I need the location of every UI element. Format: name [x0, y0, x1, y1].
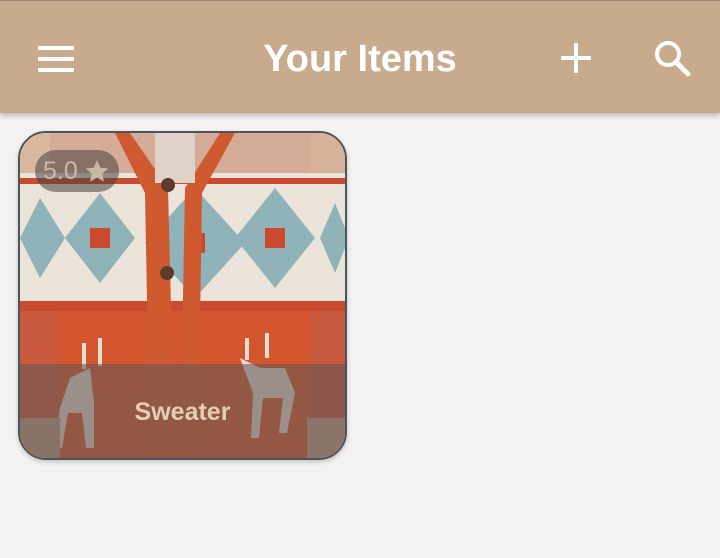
item-card[interactable]: 5.0 Sweater	[18, 131, 347, 460]
rating-value: 5.0	[43, 157, 78, 185]
item-name: Sweater	[134, 398, 231, 426]
search-icon	[655, 41, 691, 77]
app-bar: Your Items	[0, 0, 720, 113]
page-title: Your Items	[263, 38, 457, 80]
add-icon	[561, 43, 591, 73]
search-button[interactable]	[642, 29, 702, 89]
add-item-button[interactable]	[546, 29, 606, 89]
rating-badge: 5.0	[35, 150, 119, 192]
item-label-bar: Sweater	[20, 364, 345, 458]
star-icon	[85, 160, 109, 182]
